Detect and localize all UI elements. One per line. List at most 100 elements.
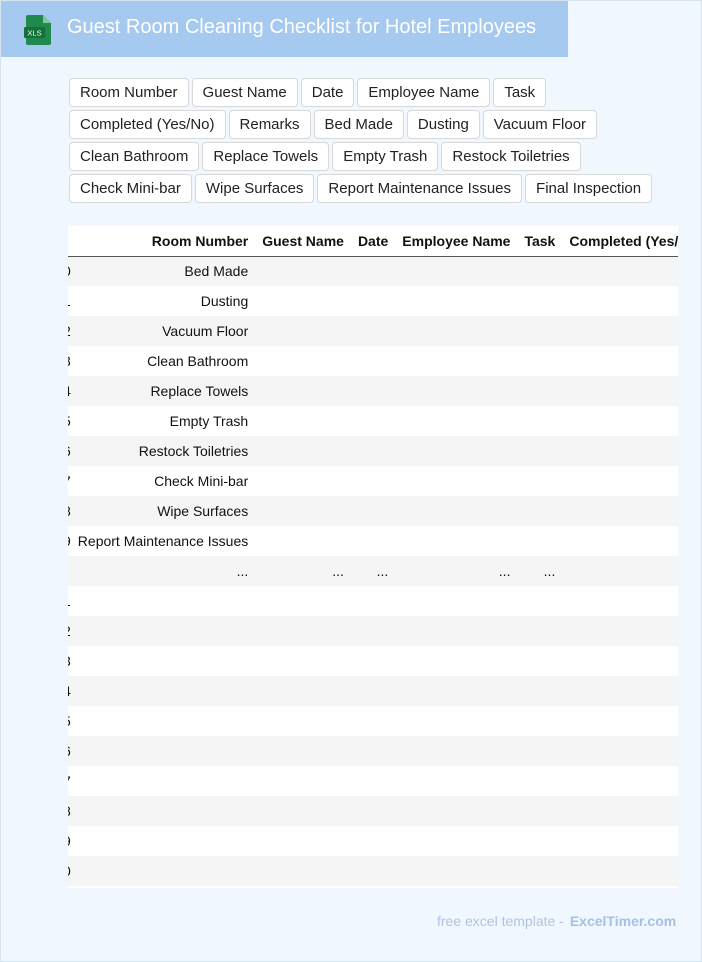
table-cell[interactable] [562, 856, 678, 886]
table-cell[interactable] [562, 346, 678, 376]
table-cell[interactable] [255, 316, 351, 346]
table-cell[interactable] [255, 466, 351, 496]
table-cell[interactable] [395, 436, 517, 466]
table-cell[interactable] [395, 466, 517, 496]
table-cell[interactable] [395, 856, 517, 886]
column-chip[interactable]: Empty Trash [332, 142, 439, 171]
table-cell[interactable] [351, 526, 395, 556]
table-cell[interactable] [562, 466, 678, 496]
table-cell[interactable] [351, 676, 395, 706]
table-cell[interactable] [395, 256, 517, 286]
column-chip[interactable]: Room Number [69, 78, 189, 107]
table-cell[interactable] [71, 766, 255, 796]
table-cell[interactable] [71, 706, 255, 736]
table-cell[interactable] [517, 466, 562, 496]
table-cell[interactable] [517, 826, 562, 856]
table-cell[interactable] [71, 586, 255, 616]
table-cell[interactable]: ... [71, 556, 255, 586]
table-cell[interactable] [255, 286, 351, 316]
table-cell[interactable] [395, 766, 517, 796]
column-chip[interactable]: Employee Name [357, 78, 491, 107]
table-cell[interactable]: Dusting [71, 286, 255, 316]
table-cell[interactable] [517, 526, 562, 556]
column-chip[interactable]: Task [493, 78, 547, 107]
table-cell[interactable] [71, 796, 255, 826]
table-cell[interactable] [562, 556, 678, 586]
table-cell[interactable] [395, 346, 517, 376]
table-cell[interactable] [255, 736, 351, 766]
table-cell[interactable] [395, 496, 517, 526]
table-cell[interactable] [395, 616, 517, 646]
table-cell[interactable] [562, 256, 678, 286]
table-cell[interactable] [255, 646, 351, 676]
column-chip[interactable]: Guest Name [191, 78, 298, 107]
table-cell[interactable] [562, 286, 678, 316]
table-cell[interactable] [71, 826, 255, 856]
table-cell[interactable] [562, 436, 678, 466]
table-cell[interactable] [351, 496, 395, 526]
table-cell[interactable] [255, 706, 351, 736]
column-chip[interactable]: Completed (Yes/No) [69, 110, 226, 139]
table-cell[interactable] [517, 856, 562, 886]
table-cell[interactable] [351, 256, 395, 286]
table-cell[interactable] [395, 406, 517, 436]
table-cell[interactable] [351, 286, 395, 316]
table-cell[interactable] [395, 376, 517, 406]
table-cell[interactable] [517, 706, 562, 736]
column-chip[interactable]: Check Mini-bar [69, 174, 192, 203]
table-cell[interactable] [517, 376, 562, 406]
table-cell[interactable]: Vacuum Floor [71, 316, 255, 346]
table-cell[interactable]: Report Maintenance Issues [71, 526, 255, 556]
table-cell[interactable] [351, 406, 395, 436]
table-cell[interactable] [395, 736, 517, 766]
table-cell[interactable] [517, 766, 562, 796]
table-cell[interactable] [562, 316, 678, 346]
table-cell[interactable] [395, 676, 517, 706]
table-cell[interactable] [255, 616, 351, 646]
table-cell[interactable] [562, 376, 678, 406]
table-cell[interactable] [517, 586, 562, 616]
table-cell[interactable] [255, 796, 351, 826]
table-cell[interactable]: Clean Bathroom [71, 346, 255, 376]
table-cell[interactable] [395, 796, 517, 826]
table-cell[interactable] [351, 466, 395, 496]
table-cell[interactable] [562, 616, 678, 646]
table-cell[interactable] [395, 586, 517, 616]
table-cell[interactable] [562, 736, 678, 766]
table-cell[interactable] [351, 646, 395, 676]
table-cell[interactable] [255, 436, 351, 466]
table-cell[interactable] [351, 796, 395, 826]
table-cell[interactable] [255, 256, 351, 286]
column-chip[interactable]: Vacuum Floor [482, 110, 598, 139]
table-cell[interactable] [517, 616, 562, 646]
table-cell[interactable] [71, 736, 255, 766]
table-cell[interactable] [517, 346, 562, 376]
column-chip[interactable]: Clean Bathroom [69, 142, 200, 171]
table-cell[interactable]: Empty Trash [71, 406, 255, 436]
table-cell[interactable] [562, 676, 678, 706]
table-cell[interactable] [517, 436, 562, 466]
table-cell[interactable] [517, 406, 562, 436]
table-cell[interactable] [517, 796, 562, 826]
table-cell[interactable] [517, 496, 562, 526]
table-cell[interactable] [255, 586, 351, 616]
table-cell[interactable] [351, 766, 395, 796]
table-cell[interactable] [255, 676, 351, 706]
table-cell[interactable] [255, 826, 351, 856]
table-cell[interactable] [351, 586, 395, 616]
table-cell[interactable] [517, 646, 562, 676]
table-cell[interactable] [517, 256, 562, 286]
table-cell[interactable] [351, 706, 395, 736]
table-cell[interactable] [255, 766, 351, 796]
table-cell[interactable] [351, 856, 395, 886]
column-chip[interactable]: Final Inspection [525, 174, 653, 203]
table-cell[interactable] [255, 376, 351, 406]
table-cell[interactable]: ... [395, 556, 517, 586]
table-cell[interactable]: Check Mini-bar [71, 466, 255, 496]
table-cell[interactable] [562, 646, 678, 676]
table-cell[interactable] [71, 676, 255, 706]
column-chip[interactable]: Date [300, 78, 355, 107]
table-cell[interactable] [351, 346, 395, 376]
table-cell[interactable] [562, 406, 678, 436]
table-cell[interactable] [562, 796, 678, 826]
